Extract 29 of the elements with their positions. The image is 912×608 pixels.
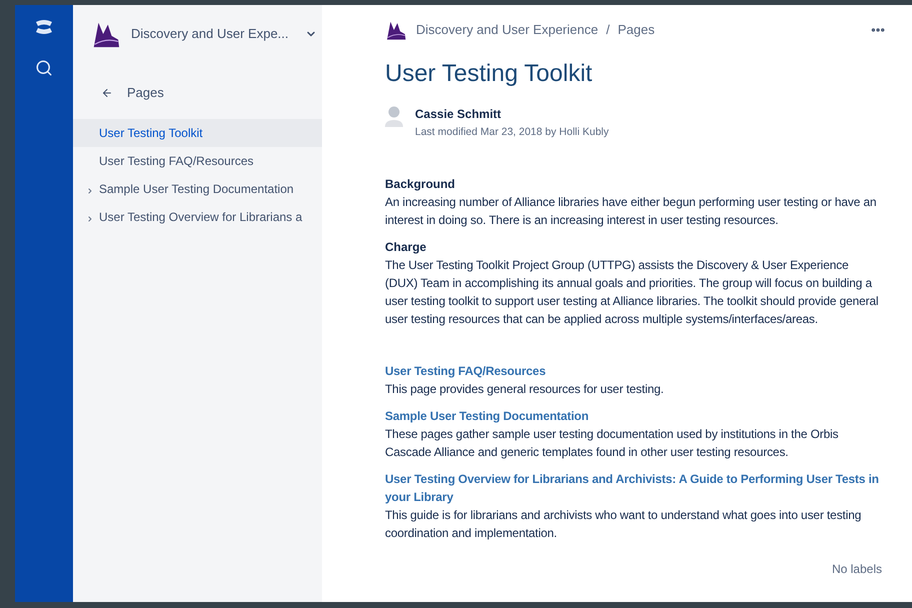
child-page-link[interactable]: Sample User Testing Documentation xyxy=(385,406,882,425)
breadcrumb-link[interactable]: Pages xyxy=(618,20,655,40)
pages-link[interactable]: Pages xyxy=(127,83,164,102)
page-tree-item[interactable]: Sample User Testing Documentation xyxy=(73,174,322,202)
last-modified: Last modified Mar 23, 2018 by Holli Kubly xyxy=(415,125,609,140)
expand-chevron-icon[interactable] xyxy=(86,186,94,194)
breadcrumb-link[interactable]: Discovery and User Experience xyxy=(416,20,598,40)
section-heading: Charge xyxy=(385,238,428,256)
page-tree-item[interactable]: User Testing Toolkit xyxy=(73,118,322,146)
section-text: An increasing number of Alliance libraries have either begun performing user testing or have an interest in doing so. There is an increasing interest in user testing resources. xyxy=(385,194,878,229)
avatar-icon xyxy=(385,105,403,129)
labels-text: No labels xyxy=(832,560,882,578)
page-tree-item[interactable]: User Testing Overview for Librarians a xyxy=(73,202,322,230)
child-page-link[interactable]: User Testing Overview for Librarians and Archivists: A Guide to Performing User Tests in your Library xyxy=(385,470,882,506)
search-icon[interactable] xyxy=(35,59,53,77)
expand-chevron-icon[interactable] xyxy=(86,214,94,222)
child-page-excerpt: This guide is for librarians and archivists who want to understand what goes into user testing coordination and implementation. xyxy=(385,506,862,542)
section-heading: Background xyxy=(385,176,456,193)
space-name[interactable]: Discovery and User Expe... xyxy=(131,24,289,44)
confluence-logo-icon[interactable] xyxy=(35,19,53,35)
child-page-link[interactable]: User Testing FAQ/Resources xyxy=(385,362,882,380)
breadcrumb-separator: / xyxy=(606,21,610,40)
back-arrow-icon[interactable] xyxy=(101,86,113,99)
child-page-excerpt: This page provides general resources for user testing. xyxy=(385,380,665,398)
author-name[interactable]: Cassie Schmitt xyxy=(415,105,609,123)
section-text: The User Testing Toolkit Project Group (UTTPG) assists the Discovery & User Experience (DUX) Team in accomplishing its annual goals and priorities. The group will focus on building a user testing toolkit to support user testing at Alliance libraries. The toolkit should provide general user testing resources that can be applied across multiple systems/interfaces/areas. xyxy=(385,256,880,328)
page-tree-item[interactable]: User Testing FAQ/Resources xyxy=(73,146,322,174)
page-title: User Testing Toolkit xyxy=(385,59,594,89)
child-page-excerpt: These pages gather sample user testing documentation used by institutions in the Orbis Cascade Alliance and generic templates found in other user testing resources. xyxy=(385,426,840,461)
